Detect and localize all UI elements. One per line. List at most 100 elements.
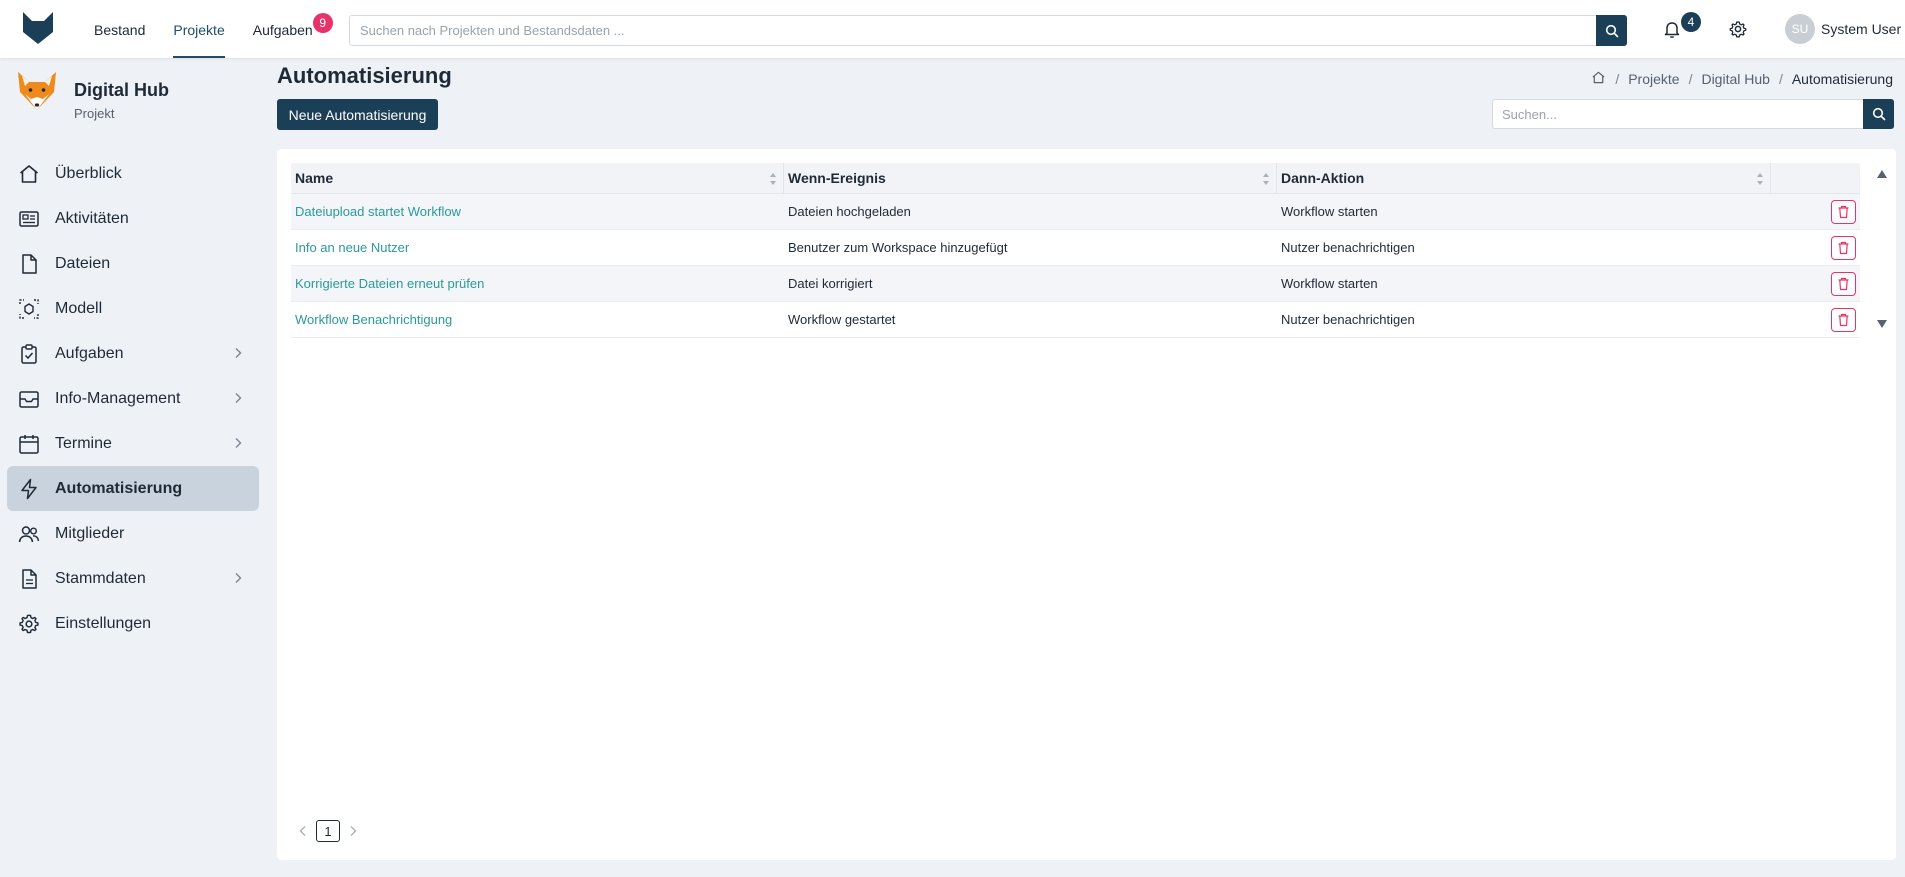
sort-icon (1263, 173, 1269, 185)
fox-logo (14, 68, 60, 114)
table-row: Dateiupload startet Workflow Dateien hoc… (291, 194, 1860, 230)
table-search (1492, 99, 1894, 129)
gear-icon (16, 611, 42, 637)
sidebar-item-stammdaten[interactable]: Stammdaten (7, 556, 259, 601)
page-number[interactable]: 1 (316, 820, 340, 842)
delete-button[interactable] (1831, 235, 1856, 260)
users-icon (16, 521, 42, 547)
automation-name-link[interactable]: Dateiupload startet Workflow (291, 204, 784, 219)
event-cell: Workflow gestartet (788, 312, 896, 327)
user-menu[interactable]: SU System User (1785, 14, 1901, 44)
event-cell: Dateien hochgeladen (788, 204, 911, 219)
home-icon (16, 161, 42, 187)
automation-name-link[interactable]: Info an neue Nutzer (291, 240, 784, 255)
global-search (349, 15, 1627, 46)
topnav-bestand[interactable]: Bestand (80, 0, 159, 58)
model-icon (16, 296, 42, 322)
newspaper-icon (16, 206, 42, 232)
global-search-input[interactable] (350, 16, 1580, 45)
file-icon (16, 251, 42, 277)
chevron-left-icon[interactable] (296, 824, 310, 838)
table-row: Workflow Benachrichtigung Workflow gesta… (291, 302, 1860, 338)
scroll-down-arrow[interactable] (1876, 319, 1888, 329)
sidebar-item-mitglieder[interactable]: Mitglieder (7, 511, 259, 556)
breadcrumb-projekte[interactable]: Projekte (1628, 71, 1679, 87)
breadcrumb-current: Automatisierung (1791, 71, 1893, 87)
sidebar: Digital Hub Projekt Überblick Aktivitäte… (0, 58, 262, 877)
top-bar: Bestand Projekte Aufgaben 9 4 SU System … (0, 0, 1905, 58)
app-logo[interactable] (20, 10, 56, 46)
chevron-right-icon (235, 348, 242, 358)
sidebar-item-modell[interactable]: Modell (7, 286, 259, 331)
scroll-up-arrow[interactable] (1876, 169, 1888, 179)
delete-button[interactable] (1831, 307, 1856, 332)
calendar-icon (16, 431, 42, 457)
project-subtitle: Projekt (74, 106, 115, 121)
global-search-button[interactable] (1596, 15, 1627, 46)
sidebar-item-ueberblick[interactable]: Überblick (7, 151, 259, 196)
row-actions (1771, 230, 1860, 266)
inbox-icon (16, 386, 42, 412)
clipboard-check-icon (16, 341, 42, 367)
column-header-action[interactable]: Dann-Aktion (1277, 163, 1771, 194)
table-row: Info an neue Nutzer Benutzer zum Workspa… (291, 230, 1860, 266)
table-header: Name Wenn-Ereignis Dann-Aktion (291, 163, 1860, 194)
breadcrumb-separator: / (1615, 71, 1620, 87)
lightning-icon (16, 476, 42, 502)
column-header-actions (1771, 163, 1860, 194)
sidebar-item-info-management[interactable]: Info-Management (7, 376, 259, 421)
user-name: System User (1821, 21, 1902, 37)
trash-icon (1838, 205, 1849, 218)
automation-table: Name Wenn-Ereignis Dann-Aktion Dateiuplo… (291, 163, 1860, 338)
sidebar-item-termine[interactable]: Termine (7, 421, 259, 466)
tasks-count-badge: 9 (312, 13, 333, 33)
breadcrumb-separator: / (1688, 71, 1693, 87)
column-header-name[interactable]: Name (291, 163, 784, 194)
action-cell: Nutzer benachrichtigen (1281, 312, 1415, 327)
row-actions (1771, 302, 1860, 338)
new-automation-button[interactable]: Neue Automatisierung (277, 99, 438, 130)
notifications-button[interactable] (1661, 18, 1683, 40)
document-icon (16, 566, 42, 592)
breadcrumb-digital-hub[interactable]: Digital Hub (1701, 71, 1769, 87)
delete-button[interactable] (1831, 271, 1856, 296)
event-cell: Datei korrigiert (788, 276, 873, 291)
settings-button[interactable] (1727, 18, 1749, 40)
delete-button[interactable] (1831, 199, 1856, 224)
column-header-event[interactable]: Wenn-Ereignis (784, 163, 1277, 194)
table-search-button[interactable] (1863, 99, 1894, 129)
trash-icon (1838, 241, 1849, 254)
search-icon (1872, 107, 1885, 121)
trash-icon (1838, 277, 1849, 290)
automation-name-link[interactable]: Korrigierte Dateien erneut prüfen (291, 276, 784, 291)
sidebar-nav: Überblick Aktivitäten Dateien Modell Auf… (7, 151, 259, 646)
notification-count-badge: 4 (1681, 12, 1701, 32)
table-search-input[interactable] (1493, 100, 1853, 128)
row-actions (1771, 194, 1860, 230)
sidebar-item-einstellungen[interactable]: Einstellungen (7, 601, 259, 646)
bell-icon (1664, 22, 1680, 38)
sidebar-item-dateien[interactable]: Dateien (7, 241, 259, 286)
table-row: Korrigierte Dateien erneut prüfen Datei … (291, 266, 1860, 302)
topnav-aufgaben[interactable]: Aufgaben 9 (239, 0, 333, 58)
event-cell: Benutzer zum Workspace hinzugefügt (788, 240, 1008, 255)
automation-name-link[interactable]: Workflow Benachrichtigung (291, 312, 784, 327)
chevron-right-icon (235, 393, 242, 403)
sort-icon (770, 173, 776, 185)
chevron-right-icon (235, 573, 242, 583)
sort-icon (1757, 173, 1763, 185)
sidebar-item-aktivitaeten[interactable]: Aktivitäten (7, 196, 259, 241)
topnav-projekte[interactable]: Projekte (159, 0, 238, 58)
sidebar-item-aufgaben[interactable]: Aufgaben (7, 331, 259, 376)
page-title: Automatisierung (277, 63, 452, 88)
search-icon (1605, 24, 1618, 37)
chevron-right-icon[interactable] (346, 824, 360, 838)
action-cell: Workflow starten (1281, 204, 1378, 219)
automation-card: Name Wenn-Ereignis Dann-Aktion Dateiuplo… (277, 149, 1896, 860)
sidebar-item-automatisierung[interactable]: Automatisierung (7, 466, 259, 511)
breadcrumb-home[interactable] (1591, 70, 1606, 88)
top-nav: Bestand Projekte Aufgaben 9 (80, 0, 333, 58)
project-header: Digital Hub Projekt (14, 68, 254, 121)
action-cell: Nutzer benachrichtigen (1281, 240, 1415, 255)
action-cell: Workflow starten (1281, 276, 1378, 291)
